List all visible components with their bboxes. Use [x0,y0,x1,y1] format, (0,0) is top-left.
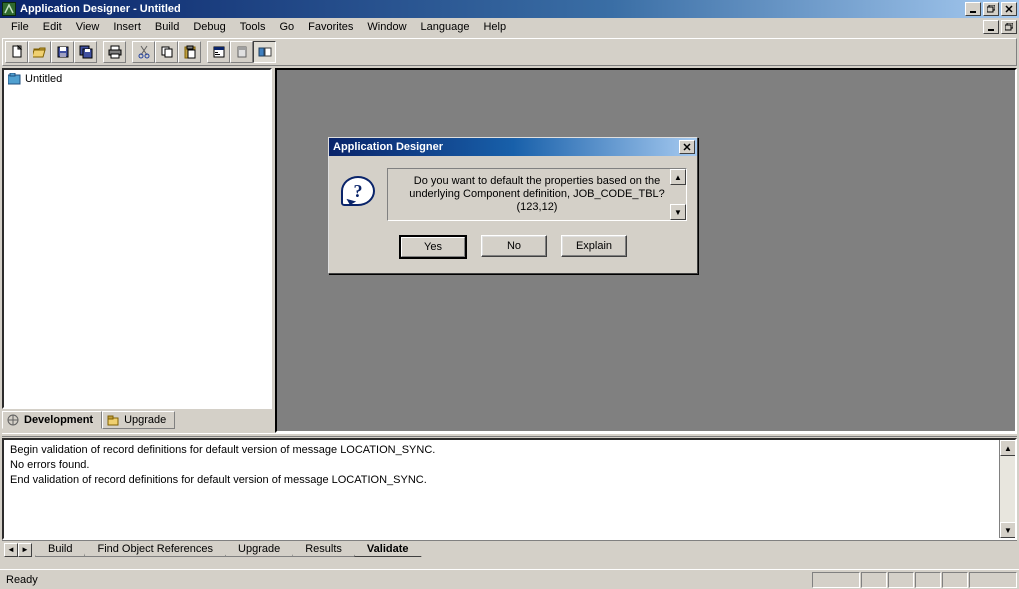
save-button[interactable] [51,41,74,63]
confirm-dialog: Application Designer ? Do you want to de… [328,137,698,274]
status-cell [888,572,914,588]
new-button[interactable] [5,41,28,63]
question-icon: ? [339,172,377,210]
tabstrip-prev-icon[interactable]: ◄ [4,543,18,557]
scroll-down-icon[interactable]: ▼ [1000,522,1016,538]
copy-button[interactable] [155,41,178,63]
menu-file[interactable]: File [4,20,36,34]
toggle-button[interactable] [253,41,276,63]
tree-root-label: Untitled [25,73,62,85]
dialog-close-button[interactable] [679,140,695,154]
status-cell [915,572,941,588]
app-icon [2,2,16,16]
project-button[interactable] [230,41,253,63]
properties-button[interactable] [207,41,230,63]
project-tree[interactable]: Untitled [2,68,272,409]
upgrade-icon [107,414,121,426]
output-tabstrip: ◄ ► Build Find Object References Upgrade… [2,540,1017,558]
status-cell [942,572,968,588]
tab-find-object-references[interactable]: Find Object References [84,542,226,557]
tab-development-label: Development [24,414,93,426]
paste-button[interactable] [178,41,201,63]
tab-build[interactable]: Build [35,542,85,557]
log-line: No errors found. [10,458,1009,473]
dialog-titlebar[interactable]: Application Designer [329,138,697,156]
menu-edit[interactable]: Edit [36,20,69,34]
dialog-message-line: Do you want to default the properties ba… [392,175,682,188]
menu-go[interactable]: Go [272,20,301,34]
scroll-up-icon[interactable]: ▲ [1000,440,1016,456]
project-pane: Untitled Development Upgrade [2,68,272,433]
menu-view[interactable]: View [69,20,107,34]
minimize-button[interactable] [965,2,981,16]
mdi-restore-button[interactable] [1001,20,1017,34]
dialog-message-scrollbar[interactable]: ▲ ▼ [670,169,686,220]
yes-button[interactable]: Yes [399,235,467,259]
dialog-button-row: Yes No Explain [339,235,687,259]
status-cell [969,572,1017,588]
dialog-message-line: underlying Component definition, JOB_COD… [392,188,682,201]
dialog-body: ? Do you want to default the properties … [329,156,697,273]
status-cell [861,572,887,588]
scroll-up-icon[interactable]: ▲ [670,169,686,185]
scroll-down-icon[interactable]: ▼ [670,204,686,220]
development-icon [7,414,21,426]
no-button[interactable]: No [481,235,547,257]
status-text: Ready [2,574,38,586]
window-title: Application Designer - Untitled [20,3,181,15]
save-all-button[interactable] [74,41,97,63]
yes-button-label: Yes [401,237,465,257]
tree-root-item[interactable]: Untitled [6,72,268,86]
scroll-track[interactable] [1000,456,1015,522]
project-tabs: Development Upgrade [2,411,272,433]
statusbar: Ready [0,569,1019,589]
dialog-title: Application Designer [333,141,443,153]
tab-upgrade[interactable]: Upgrade [102,411,175,429]
tab-validate[interactable]: Validate [354,542,422,557]
tabstrip-next-icon[interactable]: ► [18,543,32,557]
output-text[interactable]: Begin validation of record definitions f… [2,438,1017,540]
menu-window[interactable]: Window [360,20,413,34]
toolbar [2,38,1017,66]
project-icon [8,73,22,85]
tab-development[interactable]: Development [2,411,102,429]
status-cell [812,572,860,588]
explain-button[interactable]: Explain [561,235,627,257]
log-line: Begin validation of record definitions f… [10,443,1009,458]
close-icon [683,143,691,151]
tab-results[interactable]: Results [292,542,355,557]
cut-button[interactable] [132,41,155,63]
menu-language[interactable]: Language [414,20,477,34]
menu-favorites[interactable]: Favorites [301,20,360,34]
restore-button[interactable] [983,2,999,16]
menu-help[interactable]: Help [476,20,513,34]
menubar: File Edit View Insert Build Debug Tools … [0,18,1019,36]
window-titlebar: Application Designer - Untitled [0,0,1019,18]
tab-upgrade-output[interactable]: Upgrade [225,542,293,557]
dialog-message: Do you want to default the properties ba… [387,168,687,221]
horizontal-splitter[interactable] [2,433,1017,437]
close-button[interactable] [1001,2,1017,16]
open-button[interactable] [28,41,51,63]
print-button[interactable] [103,41,126,63]
menu-insert[interactable]: Insert [106,20,148,34]
dialog-message-line: (123,12) [392,201,682,214]
output-scrollbar[interactable]: ▲ ▼ [999,440,1015,538]
menu-build[interactable]: Build [148,20,186,34]
menu-tools[interactable]: Tools [233,20,273,34]
menu-debug[interactable]: Debug [186,20,232,34]
output-pane: Begin validation of record definitions f… [2,438,1017,558]
tab-upgrade-label: Upgrade [124,414,166,426]
log-line: End validation of record definitions for… [10,473,1009,488]
mdi-minimize-button[interactable] [983,20,999,34]
